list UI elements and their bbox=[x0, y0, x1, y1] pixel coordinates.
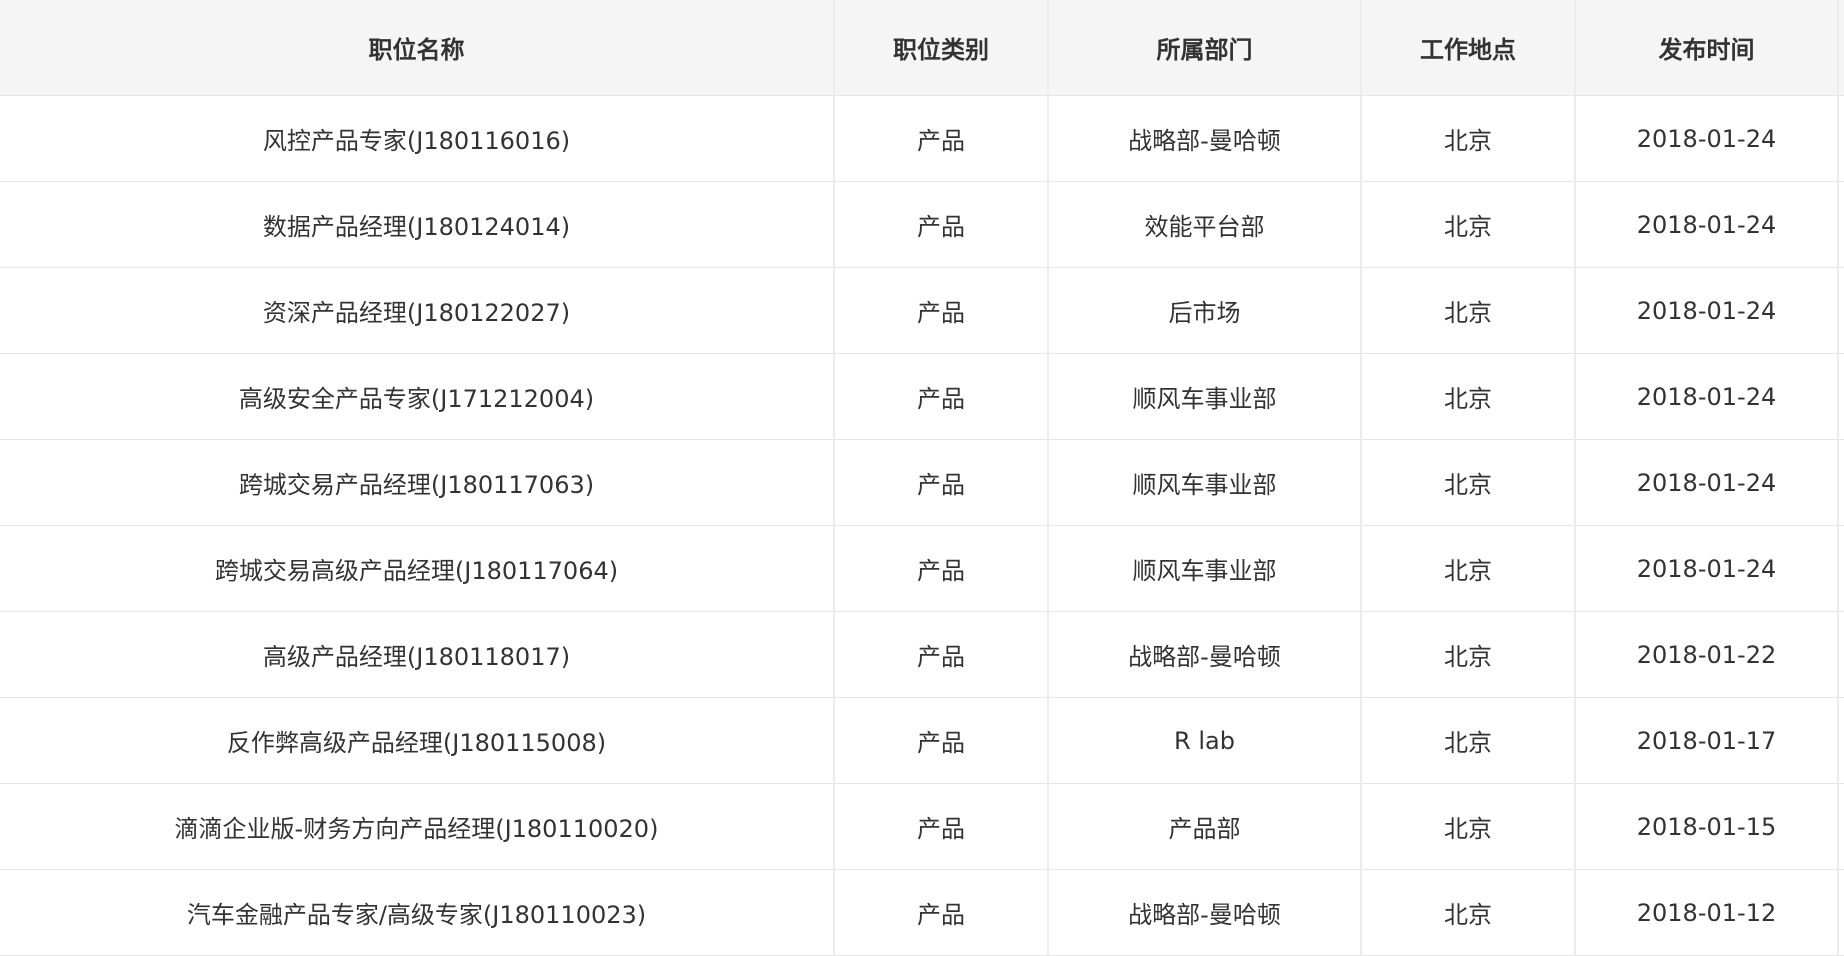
job-title-link[interactable]: 滴滴企业版-财务方向产品经理(J180110020) bbox=[175, 815, 659, 843]
job-title-link[interactable]: 风控产品专家(J180116016) bbox=[263, 127, 570, 155]
job-type-cell: 产品 bbox=[834, 783, 1049, 870]
row-spacer-cell bbox=[1838, 181, 1844, 268]
job-date-cell: 2018-01-24 bbox=[1575, 439, 1839, 526]
job-department-cell: 后市场 bbox=[1048, 267, 1362, 354]
job-title-link[interactable]: 汽车金融产品专家/高级专家(J180110023) bbox=[187, 901, 646, 929]
row-spacer-cell bbox=[1838, 353, 1844, 440]
job-date-cell: 2018-01-24 bbox=[1575, 95, 1839, 182]
column-header-type[interactable]: 职位类别 bbox=[834, 0, 1049, 96]
job-location-cell: 北京 bbox=[1361, 181, 1576, 268]
job-date-cell: 2018-01-22 bbox=[1575, 611, 1839, 698]
row-spacer-cell bbox=[1838, 783, 1844, 870]
job-department-cell: 效能平台部 bbox=[1048, 181, 1362, 268]
job-title-link[interactable]: 数据产品经理(J180124014) bbox=[263, 213, 570, 241]
job-title-cell[interactable]: 高级安全产品专家(J171212004) bbox=[0, 353, 835, 440]
job-department-cell: 产品部 bbox=[1048, 783, 1362, 870]
column-header-date[interactable]: 发布时间 bbox=[1575, 0, 1839, 96]
job-title-link[interactable]: 资深产品经理(J180122027) bbox=[263, 299, 570, 327]
job-type-cell: 产品 bbox=[834, 869, 1049, 956]
job-title-link[interactable]: 高级安全产品专家(J171212004) bbox=[239, 385, 594, 413]
job-date-cell: 2018-01-24 bbox=[1575, 181, 1839, 268]
column-header-department[interactable]: 所属部门 bbox=[1048, 0, 1362, 96]
header-row: 职位名称 职位类别 所属部门 工作地点 发布时间 bbox=[0, 0, 1844, 96]
row-spacer-cell bbox=[1838, 525, 1844, 612]
job-location-cell: 北京 bbox=[1361, 353, 1576, 440]
row-spacer-cell bbox=[1838, 611, 1844, 698]
job-type-cell: 产品 bbox=[834, 95, 1049, 182]
job-date-cell: 2018-01-17 bbox=[1575, 697, 1839, 784]
job-department-cell: R lab bbox=[1048, 697, 1362, 784]
job-location-cell: 北京 bbox=[1361, 783, 1576, 870]
job-title-cell[interactable]: 跨城交易产品经理(J180117063) bbox=[0, 439, 835, 526]
job-location-cell: 北京 bbox=[1361, 869, 1576, 956]
table-body: 风控产品专家(J180116016) 产品 战略部-曼哈顿 北京 2018-01… bbox=[0, 95, 1844, 956]
table-row[interactable]: 数据产品经理(J180124014) 产品 效能平台部 北京 2018-01-2… bbox=[0, 181, 1844, 268]
table-row[interactable]: 资深产品经理(J180122027) 产品 后市场 北京 2018-01-24 bbox=[0, 267, 1844, 354]
table-row[interactable]: 跨城交易产品经理(J180117063) 产品 顺风车事业部 北京 2018-0… bbox=[0, 439, 1844, 526]
job-title-cell[interactable]: 跨城交易高级产品经理(J180117064) bbox=[0, 525, 835, 612]
job-title-link[interactable]: 高级产品经理(J180118017) bbox=[263, 643, 570, 671]
job-type-cell: 产品 bbox=[834, 353, 1049, 440]
job-department-cell: 战略部-曼哈顿 bbox=[1048, 95, 1362, 182]
job-location-cell: 北京 bbox=[1361, 525, 1576, 612]
row-spacer-cell bbox=[1838, 95, 1844, 182]
table-header: 职位名称 职位类别 所属部门 工作地点 发布时间 bbox=[0, 0, 1844, 96]
job-listing-table: 职位名称 职位类别 所属部门 工作地点 发布时间 风控产品专家(J1801160… bbox=[0, 0, 1844, 956]
table-row[interactable]: 反作弊高级产品经理(J180115008) 产品 R lab 北京 2018-0… bbox=[0, 697, 1844, 784]
job-type-cell: 产品 bbox=[834, 439, 1049, 526]
table-row[interactable]: 滴滴企业版-财务方向产品经理(J180110020) 产品 产品部 北京 201… bbox=[0, 783, 1844, 870]
job-title-link[interactable]: 反作弊高级产品经理(J180115008) bbox=[227, 729, 606, 757]
job-department-cell: 顺风车事业部 bbox=[1048, 353, 1362, 440]
row-spacer-cell bbox=[1838, 267, 1844, 354]
job-department-cell: 顺风车事业部 bbox=[1048, 525, 1362, 612]
job-title-cell[interactable]: 风控产品专家(J180116016) bbox=[0, 95, 835, 182]
job-department-cell: 战略部-曼哈顿 bbox=[1048, 869, 1362, 956]
table-row[interactable]: 跨城交易高级产品经理(J180117064) 产品 顺风车事业部 北京 2018… bbox=[0, 525, 1844, 612]
column-header-title[interactable]: 职位名称 bbox=[0, 0, 835, 96]
job-type-cell: 产品 bbox=[834, 611, 1049, 698]
job-type-cell: 产品 bbox=[834, 181, 1049, 268]
table-row[interactable]: 汽车金融产品专家/高级专家(J180110023) 产品 战略部-曼哈顿 北京 … bbox=[0, 869, 1844, 956]
job-location-cell: 北京 bbox=[1361, 697, 1576, 784]
job-type-cell: 产品 bbox=[834, 525, 1049, 612]
job-title-cell[interactable]: 高级产品经理(J180118017) bbox=[0, 611, 835, 698]
row-spacer-cell bbox=[1838, 439, 1844, 526]
job-department-cell: 战略部-曼哈顿 bbox=[1048, 611, 1362, 698]
table-row[interactable]: 高级产品经理(J180118017) 产品 战略部-曼哈顿 北京 2018-01… bbox=[0, 611, 1844, 698]
table-row[interactable]: 风控产品专家(J180116016) 产品 战略部-曼哈顿 北京 2018-01… bbox=[0, 95, 1844, 182]
job-title-cell[interactable]: 滴滴企业版-财务方向产品经理(J180110020) bbox=[0, 783, 835, 870]
job-title-cell[interactable]: 反作弊高级产品经理(J180115008) bbox=[0, 697, 835, 784]
job-title-cell[interactable]: 数据产品经理(J180124014) bbox=[0, 181, 835, 268]
job-title-cell[interactable]: 资深产品经理(J180122027) bbox=[0, 267, 835, 354]
job-type-cell: 产品 bbox=[834, 267, 1049, 354]
job-date-cell: 2018-01-24 bbox=[1575, 267, 1839, 354]
job-date-cell: 2018-01-24 bbox=[1575, 525, 1839, 612]
job-date-cell: 2018-01-15 bbox=[1575, 783, 1839, 870]
job-location-cell: 北京 bbox=[1361, 611, 1576, 698]
job-department-cell: 顺风车事业部 bbox=[1048, 439, 1362, 526]
row-spacer-cell bbox=[1838, 869, 1844, 956]
job-date-cell: 2018-01-12 bbox=[1575, 869, 1839, 956]
job-type-cell: 产品 bbox=[834, 697, 1049, 784]
job-title-cell[interactable]: 汽车金融产品专家/高级专家(J180110023) bbox=[0, 869, 835, 956]
column-header-location[interactable]: 工作地点 bbox=[1361, 0, 1576, 96]
column-header-spacer bbox=[1838, 0, 1844, 96]
job-location-cell: 北京 bbox=[1361, 95, 1576, 182]
row-spacer-cell bbox=[1838, 697, 1844, 784]
table-row[interactable]: 高级安全产品专家(J171212004) 产品 顺风车事业部 北京 2018-0… bbox=[0, 353, 1844, 440]
job-location-cell: 北京 bbox=[1361, 267, 1576, 354]
job-date-cell: 2018-01-24 bbox=[1575, 353, 1839, 440]
job-title-link[interactable]: 跨城交易高级产品经理(J180117064) bbox=[215, 557, 618, 585]
job-title-link[interactable]: 跨城交易产品经理(J180117063) bbox=[239, 471, 594, 499]
job-location-cell: 北京 bbox=[1361, 439, 1576, 526]
